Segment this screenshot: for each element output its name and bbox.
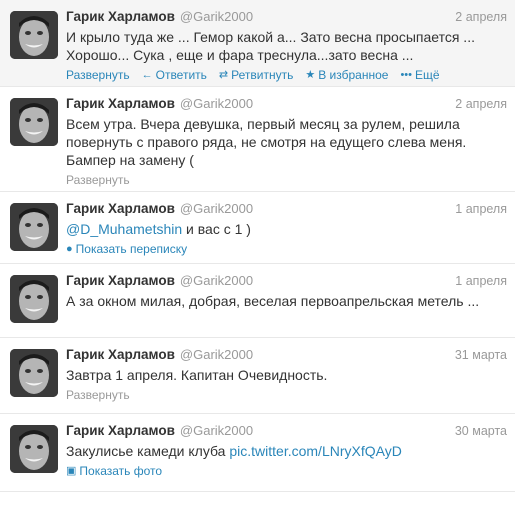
tweet[interactable]: Гарик Харламов @Garik2000 31 марта Завтр…	[0, 338, 515, 414]
author-handle[interactable]: @Garik2000	[180, 273, 253, 288]
avatar[interactable]	[10, 11, 58, 59]
tweet-text-line: Завтра 1 апреля. Капитан Очевидность.	[66, 367, 328, 383]
author-handle[interactable]: @Garik2000	[180, 201, 253, 216]
tweet-text-line: Хорошо... Сука , еще и фара треснула...з…	[66, 47, 414, 63]
expand-link[interactable]: Развернуть	[66, 388, 130, 402]
tweet-text-line: А за окном милая, добрая, веселая первоа…	[66, 293, 480, 309]
tweet-actions: Развернуть	[66, 387, 507, 402]
show-photo-label: Показать фото	[79, 463, 163, 478]
tweet[interactable]: Гарик Харламов @Garik2000 2 апреля Всем …	[0, 87, 515, 192]
expand-link[interactable]: Развернуть	[66, 68, 130, 82]
author-name[interactable]: Гарик Харламов	[66, 423, 175, 438]
tweet[interactable]: Гарик Харламов @Garik2000 30 марта Закул…	[0, 414, 515, 492]
tweet-text: А за окном милая, добрая, веселая первоа…	[66, 292, 507, 310]
tweet-text-line: повернуть с правого ряда, не смотря на е…	[66, 134, 467, 150]
author-name[interactable]: Гарик Харламов	[66, 96, 175, 111]
tweet-actions: ● Показать переписку	[66, 241, 507, 256]
author-name[interactable]: Гарик Харламов	[66, 347, 175, 362]
speech-bubble-icon: ●	[66, 242, 73, 255]
favorite-label: В избранное	[318, 67, 389, 82]
more-button[interactable]: ••• Ещё	[400, 68, 439, 82]
author-handle[interactable]: @Garik2000	[180, 347, 253, 362]
tweet-time[interactable]: 2 апреля	[455, 10, 507, 24]
show-conversation-link[interactable]: ● Показать переписку	[66, 242, 187, 256]
tweet-time[interactable]: 1 апреля	[455, 202, 507, 216]
tweet-actions: Развернуть ← Ответить ⇄ Ретвитнуть ★ В и…	[66, 67, 507, 82]
tweet-actions: ▣ Показать фото	[66, 463, 507, 478]
tweet-feed: Гарик Харламов @Garik2000 2 апреля И кры…	[0, 0, 515, 492]
mention-link[interactable]: @D_Muhametshin	[66, 221, 182, 237]
tweet-actions: Развернуть	[66, 172, 507, 187]
tweet-text-line: И крыло туда же ... Гемор какой а... Зат…	[66, 29, 475, 45]
avatar[interactable]	[10, 203, 58, 251]
retweet-icon: ⇄	[218, 69, 229, 81]
avatar[interactable]	[10, 425, 58, 473]
tweet-text-rest: и вас с 1 )	[182, 221, 251, 237]
retweet-label: Ретвитнуть	[231, 67, 294, 82]
tweet-text: Завтра 1 апреля. Капитан Очевидность.	[66, 366, 507, 384]
show-conversation-label: Показать переписку	[75, 241, 188, 256]
author-handle[interactable]: @Garik2000	[180, 96, 253, 111]
reply-button[interactable]: ← Ответить	[142, 68, 207, 82]
tweet[interactable]: Гарик Харламов @Garik2000 2 апреля И кры…	[0, 0, 515, 87]
tweet-text: Всем утра. Вчера девушка, первый месяц з…	[66, 115, 507, 169]
author-handle[interactable]: @Garik2000	[180, 9, 253, 24]
photo-icon: ▣	[66, 465, 77, 477]
tweet-text: И крыло туда же ... Гемор какой а... Зат…	[66, 28, 507, 64]
tweet[interactable]: Гарик Харламов @Garik2000 1 апреля А за …	[0, 264, 515, 338]
avatar[interactable]	[10, 275, 58, 323]
tweet-time[interactable]: 2 апреля	[455, 97, 507, 111]
reply-label: Ответить	[155, 67, 207, 82]
pic-link[interactable]: pic.twitter.com/LNryXfQAyD	[229, 443, 401, 459]
more-label: Ещё	[415, 67, 440, 82]
favorite-button[interactable]: ★ В избранное	[305, 68, 388, 82]
more-icon: •••	[400, 68, 412, 81]
tweet-time[interactable]: 30 марта	[455, 424, 507, 438]
show-photo-link[interactable]: ▣ Показать фото	[66, 464, 162, 478]
retweet-button[interactable]: ⇄ Ретвитнуть	[219, 68, 293, 82]
tweet-text-before-link: Закулисье камеди клуба	[66, 443, 230, 459]
tweet[interactable]: Гарик Харламов @Garik2000 1 апреля @D_Mu…	[0, 192, 515, 264]
author-handle[interactable]: @Garik2000	[180, 423, 253, 438]
expand-link[interactable]: Развернуть	[66, 173, 130, 187]
avatar[interactable]	[10, 349, 58, 397]
reply-icon: ←	[141, 68, 153, 81]
tweet-text: Закулисье камеди клуба pic.twitter.com/L…	[66, 442, 507, 460]
author-name[interactable]: Гарик Харламов	[66, 9, 175, 24]
author-name[interactable]: Гарик Харламов	[66, 273, 175, 288]
avatar[interactable]	[10, 98, 58, 146]
tweet-time[interactable]: 31 марта	[455, 348, 507, 362]
tweet-text-line: Бампер на замену (	[66, 152, 194, 168]
tweet-text-line: Всем утра. Вчера девушка, первый месяц з…	[66, 116, 460, 132]
tweet-time[interactable]: 1 апреля	[455, 274, 507, 288]
star-icon: ★	[305, 69, 316, 81]
tweet-text: @D_Muhametshin и вас с 1 )	[66, 220, 507, 238]
author-name[interactable]: Гарик Харламов	[66, 201, 175, 216]
